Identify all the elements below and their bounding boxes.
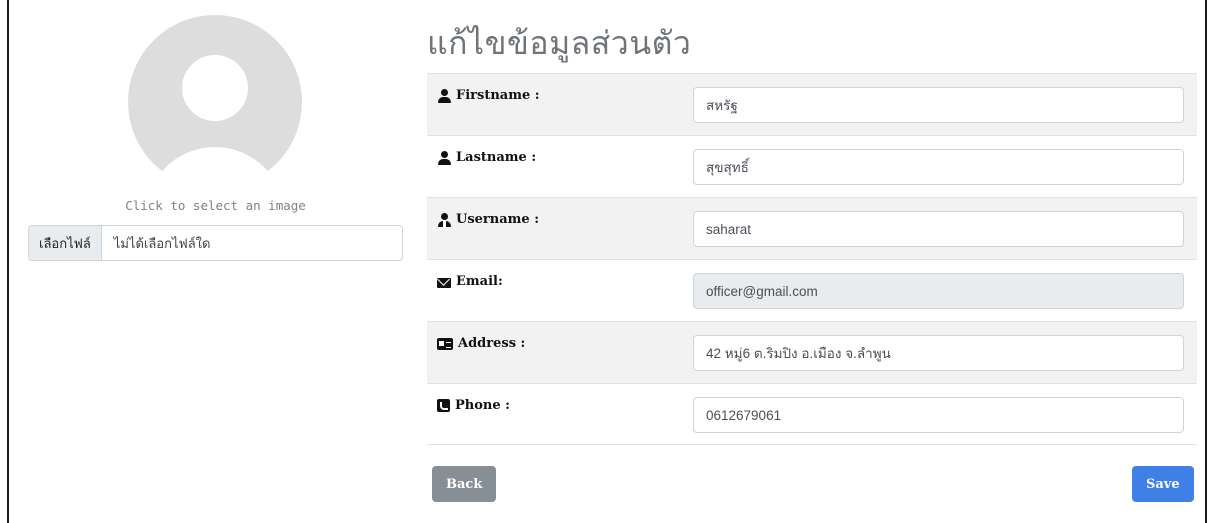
phone-input[interactable] xyxy=(693,397,1184,433)
profile-form-table: Firstname : Lastname : Username : Email:… xyxy=(427,73,1197,445)
lastname-input[interactable] xyxy=(693,149,1184,185)
email-input[interactable] xyxy=(693,273,1184,309)
user-icon xyxy=(437,150,451,165)
avatar-body-shape xyxy=(145,147,285,189)
page-title: แก้ไขข้อมูลส่วนตัว xyxy=(427,25,692,61)
username-label: Username : xyxy=(437,212,539,227)
username-input[interactable] xyxy=(693,211,1184,247)
phone-label: Phone : xyxy=(437,398,510,413)
form-row-address: Address : xyxy=(427,321,1197,383)
email-label-text: Email: xyxy=(456,274,503,289)
form-row-email: Email: xyxy=(427,259,1197,321)
image-caption: Click to select an image xyxy=(125,198,306,213)
address-label: Address : xyxy=(437,336,525,351)
file-status-text: ไม่ได้เลือกไฟล์ใด xyxy=(113,235,211,251)
form-row-firstname: Firstname : xyxy=(427,73,1197,135)
firstname-input[interactable] xyxy=(693,87,1184,123)
phone-square-icon xyxy=(437,399,450,412)
lastname-label-text: Lastname : xyxy=(456,150,537,165)
save-button[interactable]: Save xyxy=(1132,466,1194,502)
user-tie-icon xyxy=(437,212,451,227)
address-card-icon xyxy=(437,337,453,350)
lastname-label: Lastname : xyxy=(437,150,536,165)
firstname-label-text: Firstname : xyxy=(456,88,540,103)
back-button[interactable]: Back xyxy=(432,466,497,502)
avatar-head-shape xyxy=(182,55,248,121)
email-label: Email: xyxy=(437,274,503,289)
username-label-text: Username : xyxy=(456,212,540,227)
form-row-lastname: Lastname : xyxy=(427,135,1197,197)
envelope-icon xyxy=(437,277,451,288)
user-icon xyxy=(437,88,451,103)
file-picker[interactable]: เลือกไฟล์ ไม่ได้เลือกไฟล์ใด xyxy=(28,225,403,261)
choose-file-button[interactable]: เลือกไฟล์ xyxy=(29,226,102,260)
address-label-text: Address : xyxy=(458,336,526,351)
profile-image-placeholder[interactable] xyxy=(128,15,302,189)
phone-label-text: Phone : xyxy=(455,398,510,413)
firstname-label: Firstname : xyxy=(437,88,540,103)
address-input[interactable] xyxy=(693,335,1184,371)
form-row-username: Username : xyxy=(427,197,1197,259)
form-row-phone: Phone : xyxy=(427,383,1197,445)
